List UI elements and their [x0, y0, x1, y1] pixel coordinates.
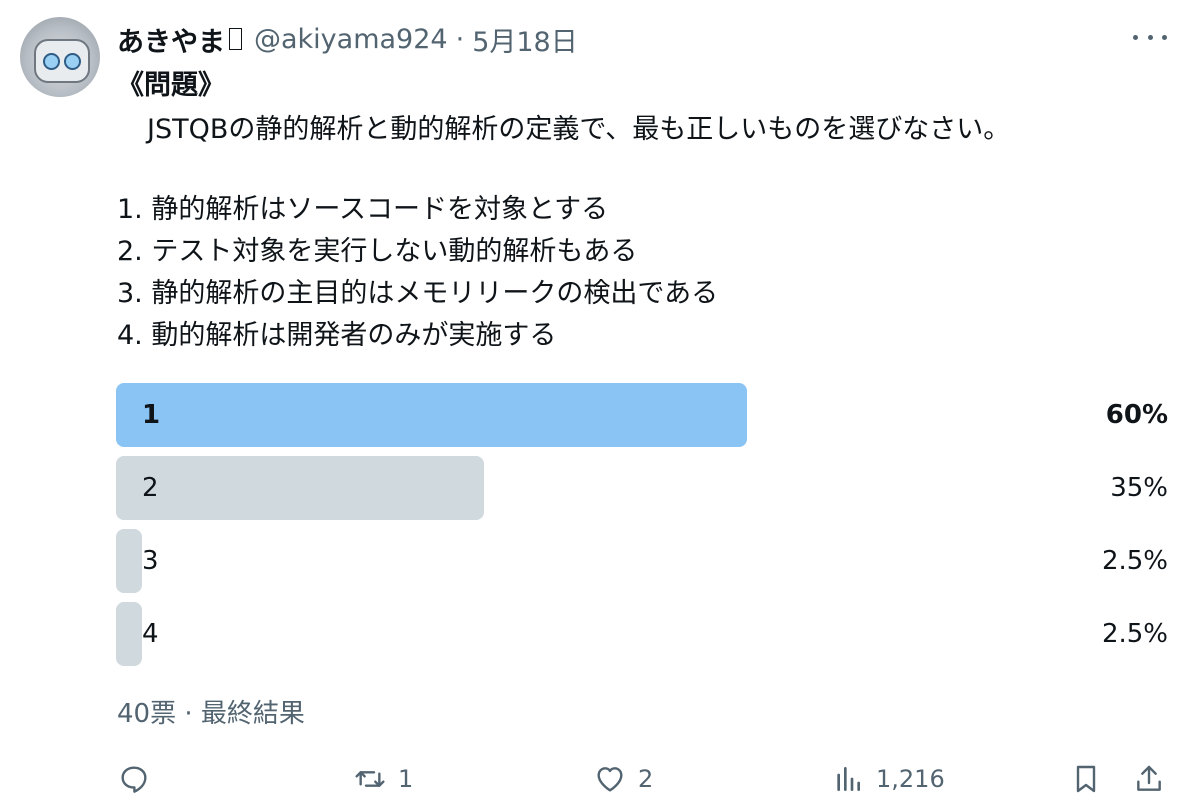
- tweet-question-text: JSTQBの静的解析と動的解析の定義で、最も正しいものを選びなさい。: [147, 114, 1011, 145]
- retweet-count: 1: [398, 765, 414, 793]
- bookmark-icon: [1076, 765, 1096, 793]
- tweet-date[interactable]: 5月18日: [472, 20, 578, 59]
- avatar-eye-right: [64, 53, 81, 70]
- poll-result-percent: 2.5%: [1101, 619, 1168, 649]
- avatar[interactable]: [20, 17, 100, 97]
- action-bar: 1 2 1,216: [0, 754, 1200, 804]
- poll-result-row: 1 60%: [116, 383, 1168, 447]
- poll-result-row: 3 2.5%: [116, 529, 1168, 593]
- views-icon: [837, 767, 860, 791]
- display-name[interactable]: あきやま: [117, 20, 225, 59]
- user-handle[interactable]: @akiyama924: [254, 24, 448, 55]
- reply-button[interactable]: [118, 754, 162, 804]
- avatar-face: [34, 39, 90, 83]
- more-dot: [1147, 34, 1153, 40]
- views-count: 1,216: [876, 765, 945, 793]
- poll-result-label: 2: [142, 473, 159, 503]
- poll-result-percent: 60%: [1105, 400, 1168, 430]
- tweet-option-4: 4. 動的解析は開発者のみが実施する: [117, 320, 557, 351]
- views-button[interactable]: 1,216: [832, 754, 945, 804]
- more-dot: [1133, 34, 1138, 40]
- poll-result-bar: [116, 529, 143, 593]
- like-count: 2: [638, 765, 654, 793]
- share-button[interactable]: [1133, 754, 1165, 804]
- tweet-option-3: 3. 静的解析の主目的はメモリリークの検出である: [117, 278, 719, 309]
- tweet-question: JSTQBの静的解析と動的解析の定義で、最も正しいものを選びなさい。: [117, 110, 1010, 150]
- poll-summary: 40票 · 最終結果: [117, 699, 305, 729]
- bookmark-button[interactable]: [1070, 754, 1102, 804]
- tweet-option-1: 1. 静的解析はソースコードを対象とする: [117, 194, 609, 225]
- poll-result-label: 1: [142, 400, 161, 430]
- tweet-title: 《問題》: [117, 70, 225, 101]
- avatar-eye-left: [43, 53, 60, 70]
- poll-result-row: 2 35%: [116, 456, 1168, 520]
- share-icon: [1137, 765, 1161, 791]
- poll-result-label: 3: [142, 546, 159, 576]
- poll-result-row: 4 2.5%: [116, 602, 1168, 666]
- more-dot: [1162, 34, 1167, 40]
- retweet-icon: [355, 771, 385, 787]
- tweet-option-2: 2. テスト対象を実行しない動的解析もある: [117, 236, 638, 267]
- heart-icon: [597, 767, 623, 792]
- more-icon[interactable]: [1133, 22, 1167, 52]
- like-button[interactable]: 2: [594, 754, 653, 804]
- reply-icon: [121, 766, 147, 793]
- poll-result-bar: [116, 456, 485, 520]
- poll-result-percent: 35%: [1110, 473, 1168, 503]
- poll-result-label: 4: [142, 619, 159, 649]
- poll-result-bar: [116, 602, 143, 666]
- emoji-placeholder: [229, 28, 242, 50]
- tweet-header: あきやま @akiyama924 · 5月18日: [117, 18, 578, 60]
- poll-result-percent: 2.5%: [1101, 546, 1168, 576]
- header-separator: ·: [455, 23, 465, 55]
- retweet-button[interactable]: 1: [354, 754, 413, 804]
- poll-result-bar: [116, 383, 748, 447]
